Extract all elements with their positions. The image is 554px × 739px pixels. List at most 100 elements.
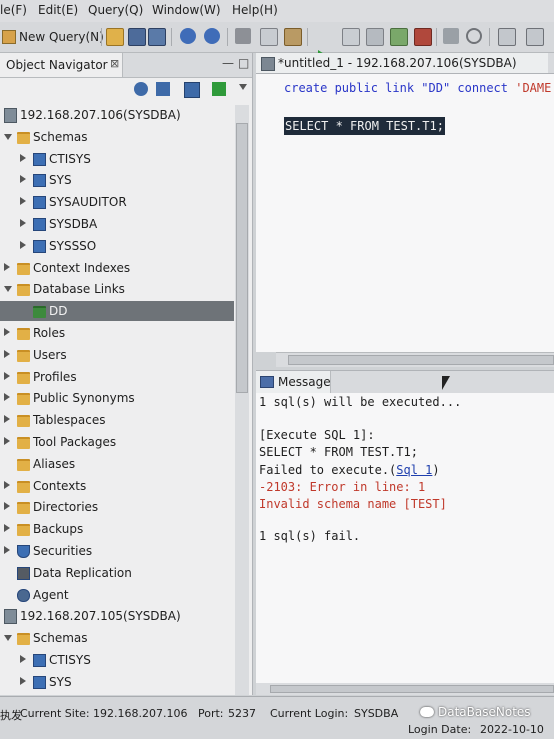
run-script-icon[interactable]: [342, 28, 360, 46]
tree-item-label: Aliases: [33, 456, 76, 471]
tree-item-directories[interactable]: Directories: [0, 497, 234, 517]
chevron-right-icon[interactable]: [4, 371, 10, 380]
chevron-right-icon[interactable]: [4, 480, 10, 489]
tree-item-database-links[interactable]: Database Links: [0, 279, 234, 299]
tree-item-profiles[interactable]: Profiles: [0, 367, 234, 387]
chevron-right-icon[interactable]: [20, 676, 26, 685]
export-icon[interactable]: [390, 28, 408, 46]
connect-icon[interactable]: [134, 82, 148, 96]
tree-item-schemas[interactable]: Schemas: [0, 628, 234, 648]
keyword: connect: [457, 81, 508, 95]
tree-item-securities[interactable]: Securities: [0, 541, 234, 561]
chevron-right-icon[interactable]: [4, 393, 10, 402]
tree-item-sysauditor[interactable]: SYSAUDITOR: [0, 192, 234, 212]
chevron-right-icon[interactable]: [4, 415, 10, 424]
folder-icon: [17, 480, 30, 493]
tree-item-public-synonyms[interactable]: Public Synonyms: [0, 388, 234, 408]
chevron-right-icon[interactable]: [4, 437, 10, 445]
explain-icon[interactable]: [366, 28, 384, 46]
tree-item-agent[interactable]: Agent: [0, 585, 234, 605]
new-query-icon: [2, 30, 16, 44]
folder-icon: [17, 131, 30, 144]
chevron-down-icon[interactable]: [239, 84, 247, 90]
commit-icon[interactable]: [443, 28, 459, 44]
chevron-right-icon[interactable]: [20, 153, 26, 162]
editor-scroll-thumb[interactable]: [288, 355, 554, 365]
tree-item-sys[interactable]: SYS: [0, 672, 234, 692]
tab-untitled-1[interactable]: *untitled_1 - 192.168.207.106(SYSDBA): [256, 53, 548, 73]
menu-file[interactable]: le(F): [0, 3, 27, 17]
tree-item-ctisys[interactable]: CTISYS: [0, 149, 234, 169]
connect-string: 'DAME: [515, 81, 552, 95]
chevron-right-icon[interactable]: [4, 502, 10, 511]
tree-item-192-168-207-106-sysdba-[interactable]: 192.168.207.106(SYSDBA): [0, 105, 234, 125]
open-folder-icon[interactable]: [106, 28, 124, 46]
edit-icon[interactable]: [184, 82, 200, 98]
menu-query[interactable]: Query(Q): [88, 3, 143, 17]
grid-icon[interactable]: [526, 28, 544, 46]
redo-icon[interactable]: [204, 28, 220, 44]
stop-icon[interactable]: [414, 28, 432, 46]
undo-icon[interactable]: [180, 28, 196, 44]
tree-item-contexts[interactable]: Contexts: [0, 476, 234, 496]
chevron-right-icon[interactable]: [20, 175, 26, 184]
refresh-icon[interactable]: [212, 82, 226, 96]
copy-icon[interactable]: [260, 28, 278, 46]
watermark-text: DataBaseNotes: [438, 705, 531, 719]
tree-item-tablespaces[interactable]: Tablespaces: [0, 410, 234, 430]
chevron-right-icon[interactable]: [4, 262, 10, 271]
tree-item-192-168-207-105-sysdba-[interactable]: 192.168.207.105(SYSDBA): [0, 606, 234, 626]
rollback-icon[interactable]: [466, 28, 482, 44]
chevron-right-icon[interactable]: [20, 240, 26, 249]
message-scrollbar[interactable]: [256, 683, 554, 695]
close-icon[interactable]: ⊠: [110, 57, 119, 70]
maximize-icon[interactable]: □: [238, 56, 249, 70]
editor-tab-label: *untitled_1 - 192.168.207.106(SYSDBA): [278, 56, 517, 70]
chevron-right-icon[interactable]: [4, 328, 10, 336]
save-as-icon[interactable]: [148, 28, 166, 46]
menu-help[interactable]: Help(H): [232, 3, 278, 17]
chevron-right-icon[interactable]: [20, 655, 26, 663]
tree-item-aliases[interactable]: Aliases: [0, 454, 234, 474]
tree-item-dd[interactable]: DD: [0, 301, 234, 322]
tree-item-users[interactable]: Users: [0, 345, 234, 365]
toolbar: New Query(N): [0, 22, 554, 64]
toolbar-separator: [171, 28, 172, 46]
chevron-right-icon[interactable]: [20, 197, 26, 206]
new-query-button[interactable]: New Query(N): [2, 28, 104, 46]
tree-item-backups[interactable]: Backups: [0, 519, 234, 539]
sql-link[interactable]: Sql 1: [396, 463, 432, 477]
message-scroll-thumb[interactable]: [270, 685, 554, 693]
menu-window[interactable]: Window(W): [152, 3, 221, 17]
save-icon[interactable]: [128, 28, 146, 46]
tab-message[interactable]: Message: [256, 371, 331, 393]
chevron-right-icon[interactable]: [4, 546, 10, 554]
chevron-down-icon[interactable]: [4, 635, 12, 642]
minimize-icon[interactable]: —: [222, 56, 234, 70]
tree-item-tool-packages[interactable]: Tool Packages: [0, 432, 234, 452]
settings-icon[interactable]: [498, 28, 516, 46]
navigator-scroll-thumb[interactable]: [236, 123, 248, 393]
tree-item-schemas[interactable]: Schemas: [0, 127, 234, 147]
tree-item-ctisys[interactable]: CTISYS: [0, 650, 234, 670]
paste-icon[interactable]: [284, 28, 302, 46]
chevron-down-icon[interactable]: [4, 133, 12, 140]
editor-scrollbar[interactable]: [276, 352, 554, 367]
tree-item-context-indexes[interactable]: Context Indexes: [0, 258, 234, 278]
chevron-right-icon[interactable]: [20, 219, 26, 227]
schema-icon: [33, 174, 46, 188]
chevron-right-icon[interactable]: [4, 349, 10, 358]
tree-item-sys[interactable]: SYS: [0, 170, 234, 190]
tree-item-data-replication[interactable]: Data Replication: [0, 563, 234, 583]
sql-editor[interactable]: create public link "DD" connect 'DAME SE…: [256, 74, 554, 352]
tree-item-label: CTISYS: [49, 653, 91, 667]
tab-object-navigator[interactable]: Object Navigator ⊠: [0, 53, 123, 77]
chevron-down-icon[interactable]: [4, 286, 12, 293]
disconnect-icon[interactable]: [156, 82, 170, 96]
chevron-right-icon[interactable]: [4, 524, 10, 533]
tree-item-sysdba[interactable]: SYSDBA: [0, 214, 234, 234]
cut-icon[interactable]: [235, 28, 251, 44]
tree-item-syssso[interactable]: SYSSSO: [0, 236, 234, 256]
menu-edit[interactable]: Edit(E): [38, 3, 78, 17]
tree-item-roles[interactable]: Roles: [0, 323, 234, 343]
